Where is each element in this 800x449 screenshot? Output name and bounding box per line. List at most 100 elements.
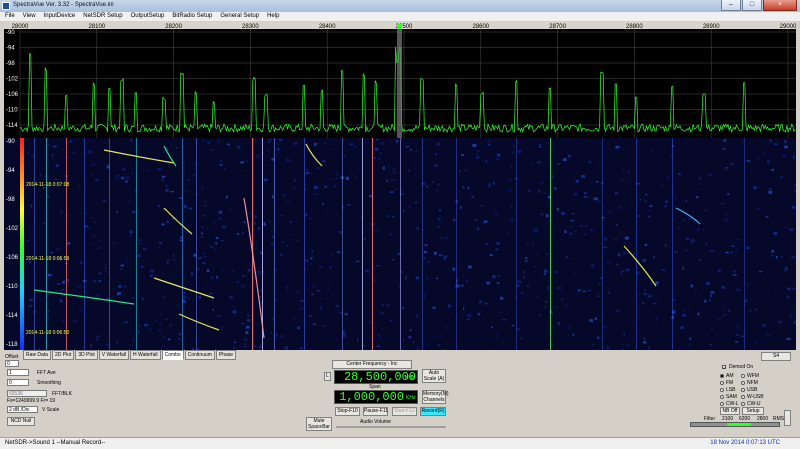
ncd-null-button[interactable]: NCD Null <box>7 417 35 426</box>
freq-tick-label: 28600 <box>472 24 489 30</box>
radio-dot <box>720 373 724 378</box>
radio-dot <box>720 401 724 406</box>
menu-view[interactable]: View <box>23 12 36 21</box>
offset-input[interactable]: 0 <box>5 360 19 367</box>
record-button[interactable]: Record(R) <box>420 407 446 416</box>
freq-tick-label: 28200 <box>165 24 182 30</box>
smoothing-input[interactable]: 0 <box>7 379 29 386</box>
status-bar: NetSDR->Sound 1 --Manual Record-- 18 Nov… <box>0 437 800 449</box>
mute-button[interactable]: Mute SpaceBar <box>306 417 332 431</box>
waterfall-db-label: -90 <box>6 139 15 145</box>
db-tick-label: -114 <box>6 123 18 129</box>
title-bar: SpectraVue Ver. 3.32 - SpectraVue.ini – … <box>0 0 800 12</box>
color-scale <box>20 138 24 350</box>
display-area: 28000 28100 28200 28300 28400 28500 28600 28700… <box>4 22 796 350</box>
menu-bar: File View InputDevice NetSDR Setup Outpu… <box>0 12 800 21</box>
radio-dot <box>720 380 724 385</box>
app-icon <box>2 2 10 10</box>
center-marker <box>397 29 402 138</box>
waterfall-db-label: -94 <box>6 168 15 174</box>
mode-sam[interactable]: SAM <box>720 394 737 400</box>
freq-tick-label: 28800 <box>626 24 643 30</box>
waterfall-timestamp: 2014-11-18 0:06:50 <box>26 330 69 336</box>
nb-off-button[interactable]: NB Off <box>720 407 740 415</box>
memory-channels-button[interactable]: Memory(M) Channels <box>422 390 449 404</box>
status-left: NetSDR->Sound 1 --Manual Record-- <box>5 440 106 446</box>
s4-button[interactable]: S4 <box>761 352 791 361</box>
waterfall-timestamp: 2014-11-18 0:07:08 <box>26 182 69 188</box>
db-tick-label: -110 <box>6 108 18 114</box>
waterfall-db-label: -118 <box>6 342 18 348</box>
mode-wfm[interactable]: WFM <box>741 373 759 379</box>
radio-dot <box>741 380 745 385</box>
stop-button[interactable]: Stop-F10 <box>335 407 360 416</box>
view-tabs: Raw Data 2D Plot 3D Plot V Waterfall H W… <box>23 350 237 360</box>
window-title: SpectraVue Ver. 3.32 - SpectraVue.ini <box>13 2 114 8</box>
menu-netsdr-setup[interactable]: NetSDR Setup <box>83 12 122 21</box>
waterfall-timestamp: 2014-11-18 0:06:59 <box>26 256 69 262</box>
db-tick-label: -94 <box>6 46 15 52</box>
tab-phase[interactable]: Phase <box>215 350 237 360</box>
tab-2d-plot[interactable]: 2D Plot <box>51 350 75 360</box>
db-tick-label: -98 <box>6 61 15 67</box>
center-freq-unit: KHz <box>405 375 415 381</box>
waterfall-db-label: -110 <box>6 284 18 290</box>
freq-tick-label: 29000 <box>780 24 796 30</box>
center-frequency-button[interactable]: Center Frequency - Inc <box>332 360 412 369</box>
vscale-label: V Scale <box>42 407 60 413</box>
radio-dot <box>720 394 724 399</box>
menu-input-device[interactable]: InputDevice <box>44 12 76 21</box>
waterfall-db-label: -106 <box>6 255 19 261</box>
vscale-select[interactable]: 2 dB /Div <box>7 406 38 413</box>
audio-volume-slider[interactable] <box>336 426 446 428</box>
smoothing-label: Smoothing <box>37 380 61 386</box>
bin-info: Fs=1249999.9 Fr= 19 <box>7 398 56 404</box>
radio-dot <box>720 387 724 392</box>
mode-lsb[interactable]: LSB <box>720 387 735 393</box>
mode-nfm[interactable]: NFM <box>741 380 758 386</box>
menu-file[interactable]: File <box>5 12 15 21</box>
menu-bitradio-setup[interactable]: BitRadio Setup <box>172 12 212 21</box>
span-unit: KHz <box>406 395 416 401</box>
close-button[interactable]: × <box>763 0 797 11</box>
freq-tick-label: 28900 <box>703 24 720 30</box>
minimize-button[interactable]: – <box>721 0 741 11</box>
menu-output-setup[interactable]: OutputSetup <box>131 12 165 21</box>
filter-passband <box>727 423 751 426</box>
tune-marker[interactable] <box>397 24 402 29</box>
radio-dot <box>741 394 745 399</box>
tab-combo[interactable]: Combo <box>161 350 184 360</box>
tab-3d-plot[interactable]: 3D Plot <box>75 350 98 360</box>
radio-dot <box>741 387 745 392</box>
status-datetime: 18 Nov 2014 0:07:13 UTC <box>710 440 780 446</box>
tab-raw-data[interactable]: Raw Data <box>23 350 51 360</box>
menu-help[interactable]: Help <box>267 12 279 21</box>
mode-usb[interactable]: USB <box>741 387 757 393</box>
mode-wusb[interactable]: W-USB <box>741 394 764 400</box>
spectrum-plot[interactable]: 28000 28100 28200 28300 28400 28500 28600 28700… <box>4 22 796 138</box>
s-meter-bar <box>784 410 791 426</box>
l-button[interactable]: L <box>324 372 331 381</box>
pause-button[interactable]: Pause-F11 <box>363 407 388 416</box>
tab-h-waterfall[interactable]: H Waterfall <box>130 350 161 360</box>
auto-scale-button[interactable]: Auto Scale (A) <box>422 369 446 383</box>
mode-fm[interactable]: FM <box>720 380 733 386</box>
db-tick-label: -106 <box>6 92 19 98</box>
freq-tick-label: 28300 <box>242 24 259 30</box>
tab-continuum[interactable]: Continuum <box>184 350 215 360</box>
fft-ave-input[interactable]: 1 <box>7 369 29 376</box>
setup-button[interactable]: Setup <box>742 407 764 415</box>
mode-am[interactable]: AM <box>720 373 734 379</box>
demod-on-checkbox[interactable]: ✓ <box>722 365 726 370</box>
menu-general-setup[interactable]: General Setup <box>220 12 259 21</box>
tab-v-waterfall[interactable]: V Waterfall <box>98 350 130 360</box>
maximize-button[interactable]: □ <box>742 0 762 11</box>
waterfall-db-label: -114 <box>6 313 18 319</box>
filter-slider[interactable] <box>690 422 780 427</box>
db-tick-label: -102 <box>6 77 19 83</box>
start-button[interactable]: Start-F12 <box>392 407 417 416</box>
radio-dot <box>741 373 745 378</box>
fft-blk-select[interactable]: 65536 <box>7 390 47 397</box>
freq-tick-label: 28400 <box>319 24 336 30</box>
waterfall-plot[interactable]: -90 -94 -98 -102 -106 -110 -114 -118 2014-11-18… <box>4 138 796 350</box>
